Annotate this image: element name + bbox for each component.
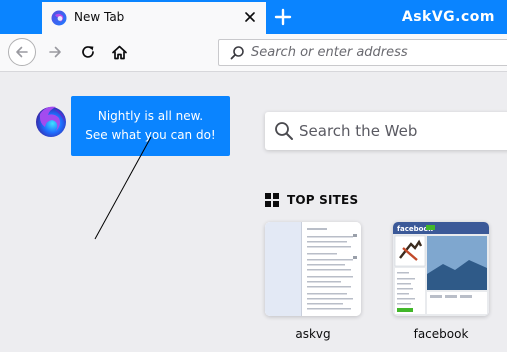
top-site-label-askvg[interactable]: askvg [265, 327, 361, 341]
callout-line-1: Nightly is all new. [97, 109, 204, 123]
callout-line-2: See what you can do! [85, 128, 216, 142]
onboarding-callout: Nightly is all new. See what you can do! [71, 96, 230, 156]
firefox-nightly-icon [51, 10, 67, 26]
reload-icon [82, 46, 94, 58]
firefox-nightly-logo [36, 106, 66, 137]
tab-title: New Tab [74, 10, 125, 24]
back-button[interactable] [8, 38, 36, 66]
home-icon [111, 45, 127, 59]
plus-icon[interactable] [272, 6, 294, 28]
nav-toolbar [0, 34, 507, 72]
reload-button[interactable] [75, 39, 101, 65]
top-site-label-facebook[interactable]: facebook [393, 327, 489, 341]
top-site-tile-askvg[interactable] [265, 222, 361, 316]
facebook-thumbnail: facebook [393, 222, 489, 316]
tab-strip: New Tab AskVG.com [0, 0, 507, 34]
top-sites-title: TOP SITES [287, 193, 359, 207]
watermark-brand: AskVG.com [401, 9, 495, 25]
top-sites-header: TOP SITES [265, 193, 358, 207]
askvg-thumbnail [265, 222, 361, 316]
close-icon[interactable] [242, 9, 258, 25]
back-icon [16, 46, 28, 58]
grid-icon [265, 193, 279, 207]
forward-button[interactable] [42, 39, 68, 65]
web-search-box[interactable] [265, 112, 507, 150]
search-icon [275, 122, 293, 140]
home-button[interactable] [106, 39, 132, 65]
search-icon [230, 46, 244, 60]
address-bar[interactable] [218, 39, 507, 66]
forward-icon [49, 46, 61, 58]
top-site-tile-facebook[interactable]: facebook [393, 222, 489, 316]
web-search-input[interactable] [299, 112, 507, 150]
tab-new-tab[interactable]: New Tab [42, 2, 266, 34]
address-input[interactable] [251, 40, 501, 65]
